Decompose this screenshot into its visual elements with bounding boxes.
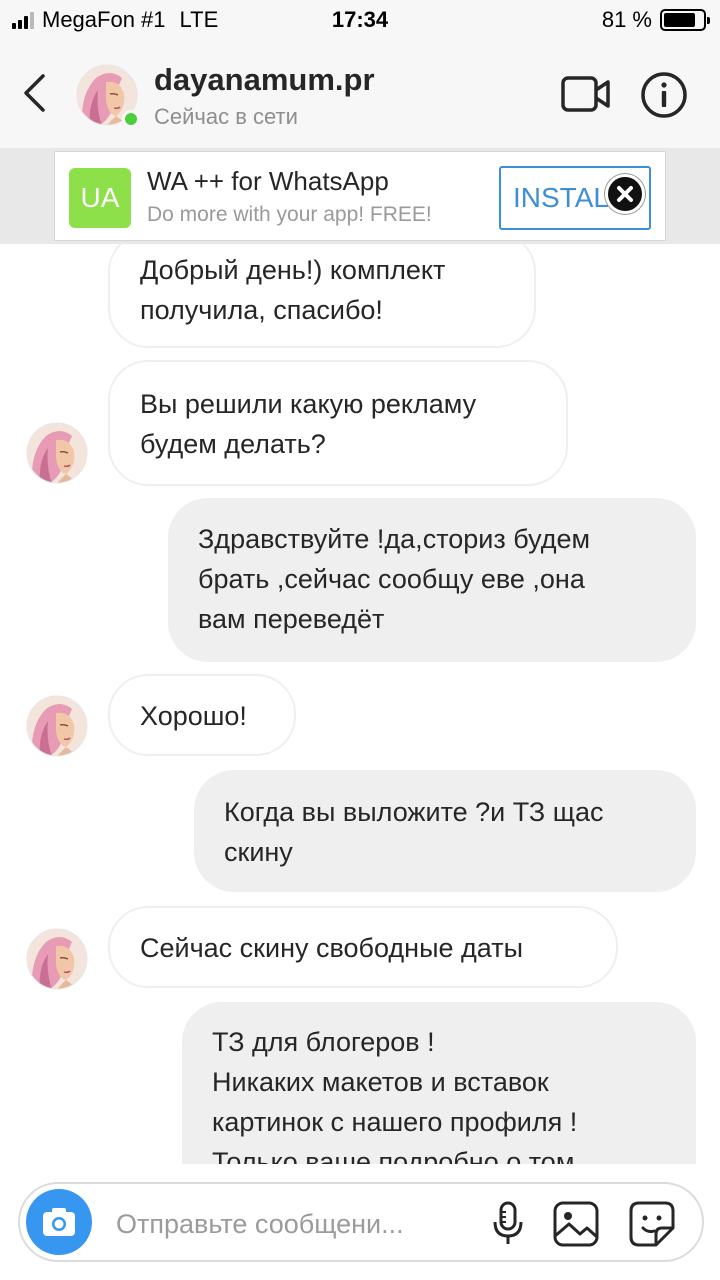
incoming-message: Сейчас скину свободные даты [108,906,618,988]
avatar[interactable] [26,695,88,757]
outgoing-message: Здравствуйте !да,сториз будем брать ,сейч… [168,498,696,662]
online-indicator [122,110,140,128]
incoming-message: Добрый день!) комплект получила, спасибо! [108,244,536,348]
battery-percent: 81 % [601,7,652,32]
message-composer [18,1182,704,1262]
avatar[interactable] [26,928,88,990]
microphone-icon[interactable] [490,1200,526,1248]
outgoing-message: ТЗ для блогеров ! Никаких макетов и встав… [182,1002,696,1164]
info-icon[interactable] [640,71,688,119]
message-input[interactable] [116,1202,476,1246]
camera-icon[interactable] [26,1189,92,1255]
ad-app-icon: UA [69,168,131,228]
chevron-left-icon[interactable] [16,70,56,116]
composer-bar [0,1164,720,1280]
battery-icon [660,9,710,31]
ad-subtitle: Do more with your app! FREE! [147,203,432,226]
outgoing-message: Когда вы выложите ?и ТЗ щас скину [194,770,696,892]
status-bar: MegaFon #1 LTE 17:34 81 % [0,0,720,40]
video-camera-icon[interactable] [560,74,612,114]
avatar[interactable] [76,64,140,128]
ad-title: WA ++ for WhatsApp [147,166,389,196]
image-icon[interactable] [552,1200,600,1248]
message-list[interactable]: Добрый день!) комплект получила, спасибо!… [0,244,720,1164]
ad-card[interactable]: UA WA ++ for WhatsApp Do more with your … [54,151,666,241]
battery-level [664,13,695,27]
ad-banner: UA WA ++ for WhatsApp Do more with your … [0,148,720,244]
incoming-message: Вы решили какую рекламу будем делать? [108,360,568,486]
close-icon[interactable] [605,174,645,214]
incoming-message: Хорошо! [108,674,296,756]
presence-status: Сейчас в сети [154,104,298,129]
chat-header: dayanamum.pr Сейчас в сети [0,40,720,148]
avatar[interactable] [26,422,88,484]
sticker-icon[interactable] [628,1200,676,1248]
chat-username[interactable]: dayanamum.pr [154,62,375,98]
